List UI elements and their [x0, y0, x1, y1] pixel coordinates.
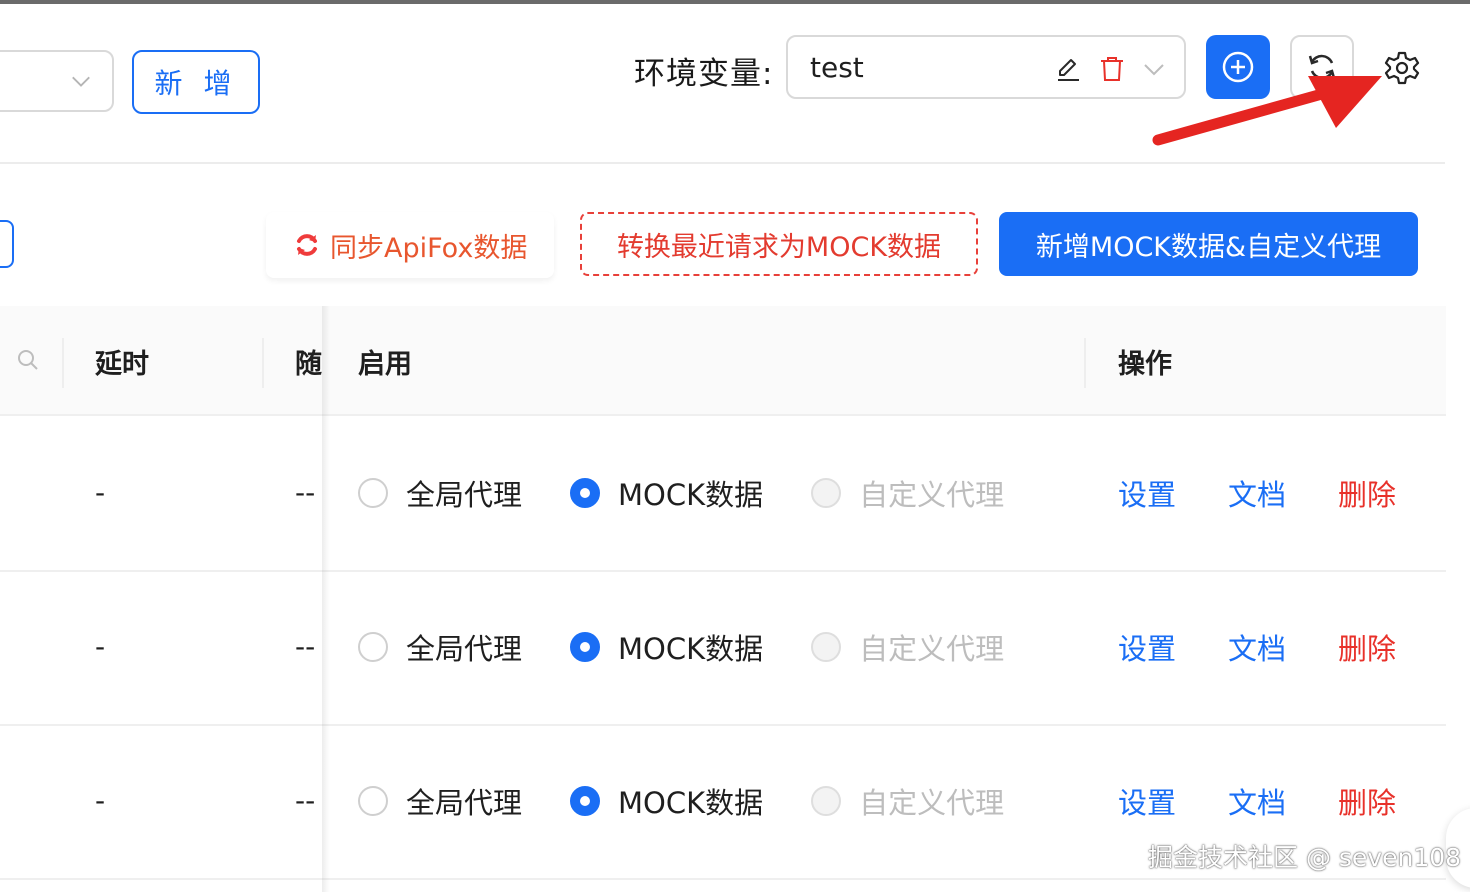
env-label: 环境变量:: [634, 56, 774, 92]
radio-label: 全局代理: [406, 786, 523, 820]
radio-label: 自定义代理: [859, 478, 1005, 512]
radio-label: 全局代理: [406, 632, 523, 666]
radio-label: 全局代理: [406, 478, 523, 512]
sync-apifox-button[interactable]: 同步ApiFox数据: [266, 212, 554, 278]
docs-link[interactable]: 文档: [1228, 780, 1286, 822]
row-actions: 设置 文档 删除: [1118, 626, 1396, 668]
column-header-random: 随: [295, 349, 322, 380]
delay-cell: -: [95, 630, 106, 663]
docs-link[interactable]: 文档: [1228, 626, 1286, 668]
random-cell: --: [295, 630, 316, 663]
radio-button[interactable]: [570, 786, 601, 816]
radio-global-proxy[interactable]: 全局代理: [358, 626, 522, 668]
delay-cell: -: [95, 784, 106, 817]
column-header-delay: 延时: [95, 349, 149, 380]
table-row: - -- 全局代理 MOCK数据 自定义代理 设置 文档 删除: [0, 416, 1446, 572]
radio-global-proxy[interactable]: 全局代理: [358, 472, 522, 514]
column-header-enable: 启用: [358, 349, 412, 380]
column-divider: [1084, 338, 1086, 388]
radio-mock-data[interactable]: MOCK数据: [570, 626, 763, 668]
settings-link[interactable]: 设置: [1118, 626, 1176, 668]
add-project-button[interactable]: 新 增: [132, 50, 260, 114]
radio-label: MOCK数据: [618, 478, 764, 512]
row-actions: 设置 文档 删除: [1118, 780, 1396, 822]
column-header-actions: 操作: [1118, 349, 1172, 380]
table-row: - -- 全局代理 MOCK数据 自定义代理 设置 文档 删除: [0, 570, 1446, 726]
annotation-arrow: [1152, 76, 1382, 146]
radio-custom-proxy: 自定义代理: [811, 780, 1004, 822]
radio-button: [811, 632, 842, 662]
radio-label: MOCK数据: [618, 786, 764, 820]
row-actions: 设置 文档 删除: [1118, 472, 1396, 514]
project-select[interactable]: [0, 50, 114, 112]
docs-link[interactable]: 文档: [1228, 472, 1286, 514]
delete-link[interactable]: 删除: [1338, 472, 1396, 514]
fixed-column-shadow: [322, 306, 330, 892]
sync-apifox-label: 同步ApiFox数据: [330, 232, 528, 264]
search-icon[interactable]: [16, 348, 40, 372]
edit-icon[interactable]: [1054, 55, 1082, 83]
sync-icon: [297, 234, 317, 256]
delete-link[interactable]: 删除: [1338, 780, 1396, 822]
header-divider: [0, 162, 1445, 164]
new-mock-button[interactable]: 新增MOCK数据&自定义代理: [999, 212, 1418, 276]
radio-button[interactable]: [358, 632, 388, 662]
search-input[interactable]: [0, 220, 14, 268]
radio-button: [811, 786, 842, 816]
radio-global-proxy[interactable]: 全局代理: [358, 780, 522, 822]
radio-custom-proxy: 自定义代理: [811, 626, 1004, 668]
proxy-mode-radio-group: 全局代理 MOCK数据 自定义代理: [358, 472, 1052, 514]
env-select[interactable]: test: [786, 35, 1186, 99]
radio-label: MOCK数据: [618, 632, 764, 666]
table-header: 延时 随 启用 操作: [0, 306, 1446, 416]
column-divider: [262, 338, 264, 388]
delay-cell: -: [95, 476, 106, 509]
env-value: test: [810, 51, 864, 84]
radio-mock-data[interactable]: MOCK数据: [570, 472, 763, 514]
radio-button[interactable]: [570, 632, 601, 662]
radio-mock-data[interactable]: MOCK数据: [570, 780, 763, 822]
settings-link[interactable]: 设置: [1118, 780, 1176, 822]
convert-to-mock-button[interactable]: 转换最近请求为MOCK数据: [580, 212, 978, 276]
top-border: [0, 0, 1470, 4]
proxy-mode-radio-group: 全局代理 MOCK数据 自定义代理: [358, 626, 1052, 668]
chevron-down-icon: [72, 76, 90, 87]
column-divider: [62, 338, 64, 388]
settings-link[interactable]: 设置: [1118, 472, 1176, 514]
radio-label: 自定义代理: [859, 632, 1005, 666]
watermark: 掘金技术社区 @ seven108: [1148, 843, 1462, 872]
radio-button: [811, 478, 842, 508]
proxy-mode-radio-group: 全局代理 MOCK数据 自定义代理: [358, 780, 1052, 822]
delete-link[interactable]: 删除: [1338, 626, 1396, 668]
radio-custom-proxy: 自定义代理: [811, 472, 1004, 514]
trash-icon[interactable]: [1098, 55, 1126, 83]
radio-button[interactable]: [570, 478, 601, 508]
random-cell: --: [295, 784, 316, 817]
random-cell: --: [295, 476, 316, 509]
radio-button[interactable]: [358, 478, 388, 508]
radio-label: 自定义代理: [859, 786, 1005, 820]
radio-button[interactable]: [358, 786, 388, 816]
